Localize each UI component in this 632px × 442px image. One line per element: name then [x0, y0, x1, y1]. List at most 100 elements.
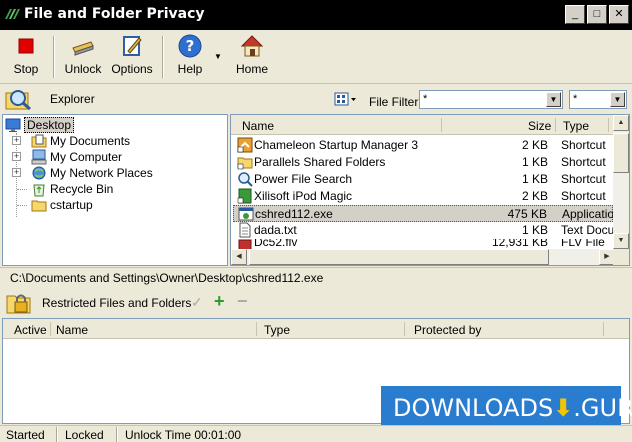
file-row[interactable]: Xilisoft iPod Magic 2 KB Shortcut	[233, 188, 613, 205]
tree-item-my-network-places[interactable]: + My Network Places	[9, 165, 223, 181]
scroll-left-icon[interactable]: ◀	[231, 249, 247, 265]
file-row[interactable]: Dc52.flv 12,931 KB FLV File	[233, 239, 613, 249]
file-size: 1 KB	[521, 223, 548, 237]
scroll-down-icon[interactable]: ▼	[613, 233, 629, 249]
expand-icon[interactable]: +	[12, 152, 21, 161]
help-button[interactable]: ? Help	[172, 34, 208, 80]
scroll-thumb[interactable]	[249, 249, 549, 265]
file-type: Shortcut	[561, 189, 606, 203]
remove-icon[interactable]: −	[237, 291, 248, 312]
minimize-button[interactable]: _	[565, 5, 585, 24]
chevron-down-icon[interactable]: ▼	[546, 92, 561, 107]
tree-item-label: My Network Places	[50, 166, 153, 180]
file-size: 2 KB	[521, 138, 548, 152]
expand-icon[interactable]: +	[12, 136, 21, 145]
file-row[interactable]: Power File Search 1 KB Shortcut	[233, 171, 613, 188]
help-label: Help	[177, 62, 203, 76]
file-row-selected[interactable]: cshred112.exe 475 KB Application	[233, 205, 614, 222]
help-dropdown-arrow-icon[interactable]: ▼	[214, 52, 222, 61]
close-button[interactable]: ✕	[609, 5, 629, 24]
tree-item-label: Desktop	[24, 117, 75, 133]
app-logo-icon	[5, 9, 20, 19]
column-divider[interactable]	[441, 118, 442, 132]
tree-item-recycle-bin[interactable]: Recycle Bin	[9, 181, 223, 197]
column-header-name[interactable]: Name	[56, 323, 88, 337]
current-path: C:\Documents and Settings\Owner\Desktop\…	[10, 271, 324, 285]
file-name: cshred112.exe	[255, 207, 333, 221]
tree-item-cstartup[interactable]: cstartup	[9, 197, 223, 213]
file-filter2-combo[interactable]: * ▼	[569, 90, 627, 109]
file-list-header: Name Size Type	[231, 115, 615, 135]
file-list[interactable]: Name Size Type Chameleon Startup Manager…	[230, 114, 630, 266]
toolbar-separator	[162, 36, 164, 78]
unlock-label: Unlock	[64, 62, 102, 76]
column-header-protected-by[interactable]: Protected by	[414, 323, 481, 337]
explorer-label: Explorer	[50, 92, 95, 106]
stop-button[interactable]: Stop	[6, 34, 46, 80]
app-window: File and Folder Privacy _ □ ✕ Stop Unloc…	[0, 0, 632, 442]
check-icon[interactable]: ✓	[191, 294, 203, 311]
column-divider[interactable]	[608, 118, 609, 132]
horizontal-scrollbar[interactable]: ◀ ▶	[231, 249, 615, 265]
tree-connector	[17, 205, 27, 206]
network-icon	[32, 166, 46, 180]
explorer-magnifier-icon	[5, 90, 31, 111]
file-filter2-value: *	[573, 93, 578, 105]
title-bar[interactable]: File and Folder Privacy _ □ ✕	[0, 0, 632, 30]
path-bar: C:\Documents and Settings\Owner\Desktop\…	[0, 267, 632, 288]
options-button[interactable]: Options	[110, 34, 154, 80]
column-header-type[interactable]: Type	[264, 323, 290, 337]
tree-item-my-computer[interactable]: + My Computer	[9, 149, 223, 165]
column-divider[interactable]	[256, 322, 257, 336]
expand-icon[interactable]: +	[12, 168, 21, 177]
scroll-up-icon[interactable]: ▲	[613, 115, 629, 131]
desktop-icon	[5, 118, 21, 132]
maximize-button[interactable]: □	[587, 5, 607, 24]
file-size: 1 KB	[521, 172, 548, 186]
options-label: Options	[111, 62, 153, 76]
folder-tree[interactable]: Desktop + My Documents + My Computer + M…	[2, 114, 228, 266]
column-header-active[interactable]: Active	[14, 323, 47, 337]
text-document-icon	[239, 222, 251, 238]
column-divider[interactable]	[404, 322, 405, 336]
unlock-icon	[72, 41, 94, 56]
tree-item-label: cstartup	[50, 198, 93, 212]
tree-item-desktop[interactable]: Desktop	[5, 117, 225, 133]
column-header-type[interactable]: Type	[563, 119, 589, 133]
add-icon[interactable]: +	[214, 291, 225, 312]
status-bar: Started Locked Unlock Time 00:01:00	[0, 425, 632, 442]
folder-documents-icon	[31, 134, 47, 148]
status-lock: Locked	[65, 428, 104, 442]
download-arrow-icon: ⬇	[553, 394, 574, 422]
stop-label: Stop	[13, 62, 39, 76]
file-name: dada.txt	[254, 223, 297, 237]
column-divider[interactable]	[603, 322, 604, 336]
column-header-size[interactable]: Size	[528, 119, 551, 133]
flv-file-icon	[238, 239, 252, 249]
column-header-name[interactable]: Name	[242, 119, 274, 133]
column-divider[interactable]	[50, 322, 51, 336]
downloads-guru-watermark: DOWNLOADS⬇.GURU	[381, 386, 632, 430]
home-button[interactable]: Home	[232, 34, 272, 80]
file-filter-combo[interactable]: * ▼	[419, 90, 563, 109]
tree-item-my-documents[interactable]: + My Documents	[9, 133, 223, 149]
file-row[interactable]: Chameleon Startup Manager 3 2 KB Shortcu…	[233, 137, 613, 154]
help-icon: ?	[178, 34, 202, 58]
vertical-scrollbar[interactable]: ▲ ▼	[613, 115, 629, 249]
column-divider[interactable]	[555, 118, 556, 132]
explorer-bar: Explorer File Filter * ▼ * ▼	[0, 85, 632, 113]
file-row[interactable]: Parallels Shared Folders 1 KB Shortcut	[233, 154, 613, 171]
shortcut-search-icon	[238, 172, 253, 187]
svg-text:?: ?	[186, 37, 195, 55]
file-size: 1 KB	[521, 155, 548, 169]
file-row[interactable]: dada.txt 1 KB Text Document	[233, 222, 613, 239]
shortcut-ipod-icon	[237, 188, 252, 204]
file-size: 475 KB	[507, 207, 547, 221]
chevron-down-icon[interactable]: ▼	[610, 92, 625, 107]
file-type: FLV File	[561, 239, 605, 249]
unlock-button[interactable]: Unlock	[62, 34, 104, 80]
exe-application-icon	[238, 207, 254, 221]
scroll-thumb[interactable]	[613, 133, 629, 173]
view-mode-icon[interactable]	[334, 92, 358, 107]
home-icon	[240, 35, 264, 57]
